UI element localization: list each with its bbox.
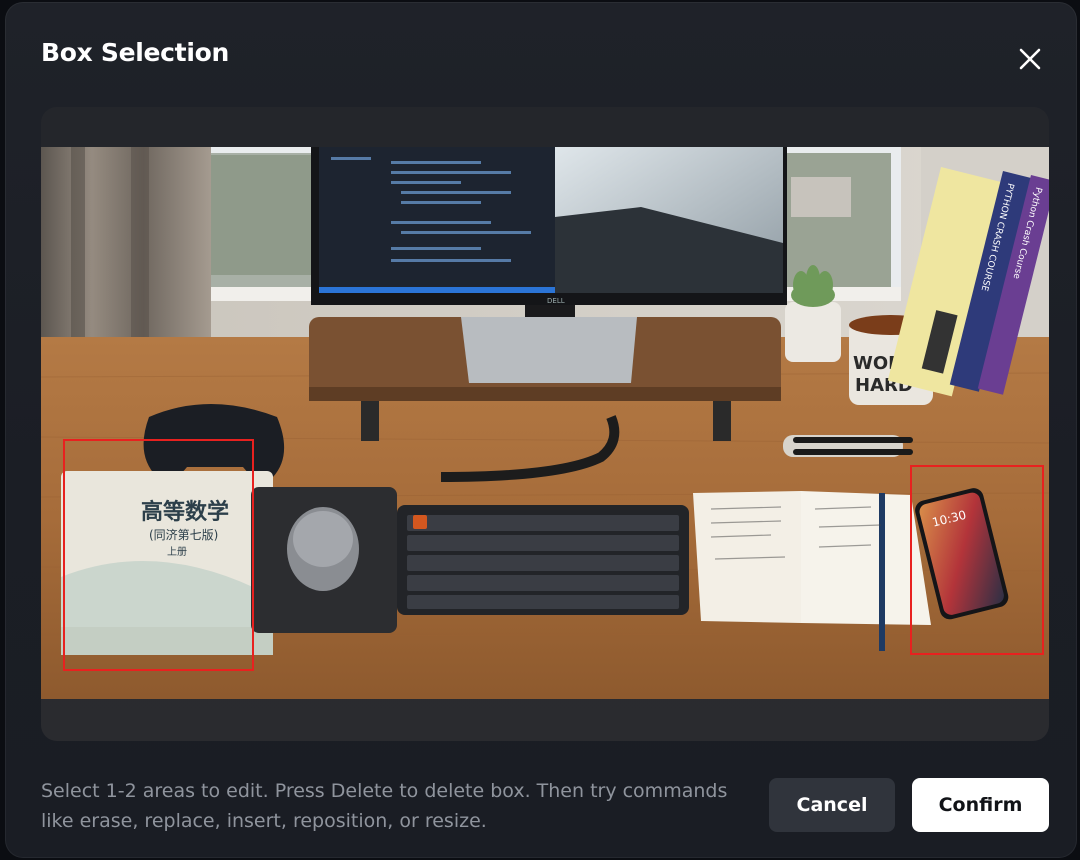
box-selection-dialog: Box Selection DELL WORK HARD PYTHON CRAS… xyxy=(5,2,1077,858)
confirm-button[interactable]: Confirm xyxy=(912,778,1049,832)
close-icon xyxy=(1019,48,1041,70)
cancel-button[interactable]: Cancel xyxy=(769,778,895,832)
dialog-title: Box Selection xyxy=(41,38,229,67)
selection-box-phone[interactable] xyxy=(910,465,1044,655)
close-button[interactable] xyxy=(1013,42,1047,76)
desk-photo[interactable]: DELL WORK HARD PYTHON CRASH COURSE Pytho… xyxy=(41,147,1049,699)
selection-box-book[interactable] xyxy=(63,439,254,671)
image-canvas[interactable]: DELL WORK HARD PYTHON CRASH COURSE Pytho… xyxy=(41,107,1049,741)
monitor-logo: DELL xyxy=(547,297,565,305)
help-text: Select 1-2 areas to edit. Press Delete t… xyxy=(41,780,728,832)
